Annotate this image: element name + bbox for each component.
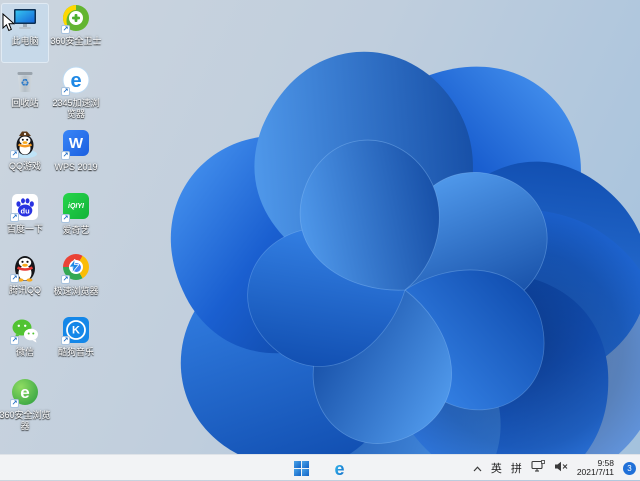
volume-tray-button[interactable] xyxy=(554,459,568,477)
desktop-icon-label: 微信 xyxy=(15,347,34,357)
desktop-icon-label: 腾讯QQ xyxy=(8,285,41,295)
system-tray: 英 拼 9:58 2021/7/11 3 xyxy=(473,455,638,481)
svg-text:♻: ♻ xyxy=(21,78,30,89)
chevron-up-icon xyxy=(473,466,482,472)
edge-button[interactable]: e xyxy=(327,457,351,479)
speaker-muted-icon xyxy=(554,461,568,472)
lightning-icon xyxy=(69,259,79,273)
desktop-icon-tencent-qq[interactable]: ↗ 腾讯QQ xyxy=(1,252,49,312)
desktop-icon-2345-browser[interactable]: e ↗ 2345加速浏览器 xyxy=(52,65,100,125)
desktop-icon-label: 2345加速浏览器 xyxy=(52,98,100,119)
network-tray-button[interactable] xyxy=(531,459,545,477)
desktop-icon-iqiyi[interactable]: iQIYI ↗ 爱奇艺 xyxy=(52,191,100,251)
svg-text:e: e xyxy=(334,459,344,478)
shortcut-arrow-icon: ↗ xyxy=(61,87,70,96)
baidu-icon: du ↗ xyxy=(10,192,40,222)
360-safe-icon: ↗ xyxy=(61,4,91,34)
shortcut-arrow-icon: ↗ xyxy=(61,214,70,223)
desktop-icon-baidu[interactable]: du ↗ 百度一下 xyxy=(1,191,49,251)
360-browser-icon: e ↗ xyxy=(10,378,40,408)
desktop-icon-wechat[interactable]: ↗ 微信 xyxy=(1,314,49,374)
clock[interactable]: 9:58 2021/7/11 xyxy=(577,459,614,477)
shortcut-arrow-icon: ↗ xyxy=(61,336,70,345)
desktop-icon-label: 爱奇艺 xyxy=(62,225,90,235)
notification-badge[interactable]: 3 xyxy=(623,461,636,475)
qq-games-icon: ↗ xyxy=(10,129,40,159)
desktop-icon-label: 酷狗音乐 xyxy=(57,347,94,357)
desktop-icon-this-pc[interactable]: 此电脑 xyxy=(1,3,49,63)
shortcut-arrow-icon: ↗ xyxy=(61,275,70,284)
tray-chevron-up[interactable] xyxy=(473,459,482,477)
desktop-icon-speed-browser[interactable]: ↗ 极速浏览器 xyxy=(52,252,100,312)
wechat-icon: ↗ xyxy=(10,315,40,345)
svg-text:e: e xyxy=(20,383,29,402)
shortcut-arrow-icon: ↗ xyxy=(61,151,70,160)
desktop-icon-label: QQ游戏 xyxy=(8,161,41,171)
shortcut-arrow-icon: ↗ xyxy=(10,336,19,345)
shortcut-arrow-icon: ↗ xyxy=(10,274,19,283)
start-button[interactable] xyxy=(289,457,313,479)
desktop-icon-label: 百度一下 xyxy=(6,224,43,234)
desktop-icon-kugou[interactable]: K ↗ 酷狗音乐 xyxy=(52,314,100,374)
desktop-icon-qq-games[interactable]: ↗ QQ游戏 xyxy=(1,128,49,188)
shortcut-arrow-icon: ↗ xyxy=(10,150,19,159)
shortcut-arrow-icon: ↗ xyxy=(10,399,19,408)
mouse-cursor xyxy=(2,13,15,32)
kugou-music-icon: K ↗ xyxy=(61,315,91,345)
shortcut-arrow-icon: ↗ xyxy=(61,25,70,34)
speed-browser-icon: ↗ xyxy=(61,254,91,284)
shortcut-arrow-icon: ↗ xyxy=(10,213,19,222)
desktop-icon-label: 360安全卫士 xyxy=(50,36,102,46)
svg-text:du: du xyxy=(21,207,31,216)
clock-date: 2021/7/11 xyxy=(576,467,614,477)
desktop-icon-label: WPS 2019 xyxy=(54,162,98,172)
tencent-qq-icon: ↗ xyxy=(10,253,40,283)
desktop-icon-360-browser[interactable]: e ↗ 360安全浏览器 xyxy=(0,377,51,437)
desktop-icon-recycle-bin[interactable]: ♻ 回收站 xyxy=(1,65,49,125)
recycle-bin-icon: ♻ xyxy=(10,66,40,96)
wps-icon: W ↗ xyxy=(61,130,91,160)
2345-browser-icon: e ↗ xyxy=(61,66,91,96)
svg-text:K: K xyxy=(72,325,80,337)
desktop-icon-label: 360安全浏览器 xyxy=(0,410,51,431)
taskbar: e 英 拼 9:58 2021/7/11 3 xyxy=(0,454,640,480)
network-icon xyxy=(531,460,545,472)
iqiyi-icon: iQIYI ↗ xyxy=(61,193,91,223)
desktop-icon-label: 此电脑 xyxy=(11,36,39,46)
ime-english-indicator[interactable]: 英 xyxy=(491,460,502,476)
ime-pinyin-indicator[interactable]: 拼 xyxy=(511,460,522,476)
desktop-icon-wps-2019[interactable]: W ↗ WPS 2019 xyxy=(52,128,100,188)
desktop-icon-label: 回收站 xyxy=(11,98,39,108)
desktop-icon-label: 极速浏览器 xyxy=(53,286,99,296)
windows-logo-icon xyxy=(293,460,309,476)
desktop-icon-360-safe[interactable]: ↗ 360安全卫士 xyxy=(50,3,102,63)
edge-icon: e xyxy=(334,459,344,478)
svg-text:e: e xyxy=(70,70,81,92)
